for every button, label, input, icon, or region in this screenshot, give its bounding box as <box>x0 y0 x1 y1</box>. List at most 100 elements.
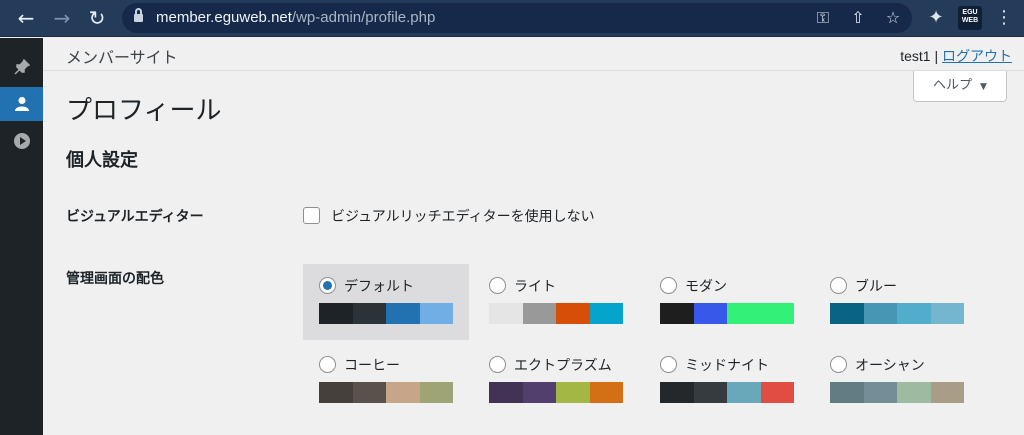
site-name[interactable]: メンバーサイト <box>66 44 178 68</box>
user-separator: | <box>930 48 942 64</box>
color-swatch <box>660 382 694 403</box>
eguweb-extension-icon[interactable]: EGU WEB <box>958 6 982 30</box>
url-text[interactable]: member.eguweb.net/wp-admin/profile.php <box>156 9 435 26</box>
color-swatch <box>522 303 556 324</box>
user-area: test1 | ログアウト <box>900 46 1012 66</box>
disable-visual-editor-checkbox[interactable] <box>303 207 320 224</box>
color-swatch <box>489 303 523 324</box>
color-scheme-name[interactable]: デフォルト <box>344 276 414 296</box>
color-scheme-name[interactable]: コーヒー <box>344 355 400 375</box>
color-swatch <box>319 382 353 403</box>
color-swatch <box>419 382 453 403</box>
color-swatches <box>830 303 964 324</box>
color-swatch <box>727 382 761 403</box>
color-scheme-radio[interactable] <box>319 356 336 373</box>
color-swatch <box>419 303 453 324</box>
color-scheme-radio[interactable] <box>660 277 677 294</box>
sidebar-item-posts[interactable] <box>0 50 43 84</box>
color-swatch <box>386 382 420 403</box>
forward-arrow-icon[interactable]: → <box>50 6 74 30</box>
color-scheme-radio[interactable] <box>489 356 506 373</box>
color-swatch <box>522 382 556 403</box>
color-swatch <box>930 303 964 324</box>
color-swatches <box>830 382 964 403</box>
color-scheme-option[interactable]: ブルー <box>814 264 980 340</box>
sidebar-item-media[interactable] <box>0 124 43 158</box>
color-scheme-name[interactable]: ブルー <box>855 276 897 296</box>
menu-kebab-icon[interactable]: ⋮ <box>992 6 1016 30</box>
color-swatch <box>930 382 964 403</box>
color-swatch <box>386 303 420 324</box>
color-scheme-name[interactable]: ライト <box>514 276 556 296</box>
color-swatch <box>863 303 897 324</box>
sidebar-item-profile[interactable] <box>0 87 43 121</box>
section-title: 個人設定 <box>66 150 138 171</box>
color-scheme-option[interactable]: エクトプラズム <box>473 343 639 419</box>
color-scheme-radio[interactable] <box>830 277 847 294</box>
color-swatch <box>352 382 386 403</box>
color-swatch <box>319 303 353 324</box>
reload-icon[interactable]: ↻ <box>85 6 109 30</box>
address-bar[interactable]: member.eguweb.net/wp-admin/profile.php ⚿… <box>122 3 912 33</box>
color-scheme-radio[interactable] <box>660 356 677 373</box>
color-swatch <box>897 303 931 324</box>
color-swatch <box>660 303 694 324</box>
pushpin-icon <box>13 58 31 76</box>
color-scheme-radio[interactable] <box>830 356 847 373</box>
username: test1 <box>900 48 931 64</box>
bookmark-star-icon[interactable]: ☆ <box>882 7 904 29</box>
back-arrow-icon[interactable]: ← <box>14 6 38 30</box>
help-button[interactable]: ヘルプ ▼ <box>913 71 1007 102</box>
url-host: member.eguweb.net <box>156 9 292 26</box>
media-play-icon <box>13 132 31 150</box>
color-scheme-name[interactable]: エクトプラズム <box>514 355 612 375</box>
visual-editor-label: ビジュアルエディター <box>66 209 204 225</box>
color-swatch <box>760 303 794 324</box>
share-icon[interactable]: ⇧ <box>847 7 869 29</box>
url-path: /wp-admin/profile.php <box>291 9 436 26</box>
lock-icon[interactable] <box>134 8 143 23</box>
page-title: プロフィール <box>66 96 222 126</box>
caret-down-icon: ▼ <box>980 82 987 92</box>
color-swatch <box>727 303 761 324</box>
admin-header: メンバーサイト test1 | ログアウト <box>43 38 1024 71</box>
color-scheme-label: 管理画面の配色 <box>66 271 164 287</box>
logout-link[interactable]: ログアウト <box>942 48 1012 64</box>
color-swatch <box>830 303 864 324</box>
key-icon[interactable]: ⚿ <box>812 7 834 29</box>
color-scheme-name[interactable]: ミッドナイト <box>685 355 769 375</box>
color-scheme-option[interactable]: デフォルト <box>303 264 469 340</box>
color-swatch <box>589 303 623 324</box>
color-scheme-option[interactable]: コーヒー <box>303 343 469 419</box>
browser-toolbar: ← → ↻ member.eguweb.net/wp-admin/profile… <box>0 0 1024 37</box>
color-swatch <box>897 382 931 403</box>
admin-sidebar <box>0 38 43 435</box>
color-scheme-name[interactable]: モダン <box>685 276 727 296</box>
color-scheme-option[interactable]: ライト <box>473 264 639 340</box>
color-swatch <box>556 382 590 403</box>
color-swatches <box>319 303 453 324</box>
color-scheme-radio[interactable] <box>489 277 506 294</box>
color-scheme-option[interactable]: ミッドナイト <box>644 343 810 419</box>
color-swatch <box>352 303 386 324</box>
color-swatches <box>660 382 794 403</box>
extensions-puzzle-icon[interactable]: ✦ <box>924 6 948 30</box>
color-swatches <box>489 382 623 403</box>
color-scheme-option[interactable]: モダン <box>644 264 810 340</box>
extension-logo-text: EGU WEB <box>961 9 979 24</box>
color-scheme-radio[interactable] <box>319 277 336 294</box>
color-swatch <box>863 382 897 403</box>
color-swatch <box>489 382 523 403</box>
color-swatches <box>319 382 453 403</box>
color-swatch <box>693 382 727 403</box>
help-label: ヘルプ <box>933 78 973 93</box>
user-icon <box>13 95 31 113</box>
color-swatches <box>660 303 794 324</box>
disable-visual-editor-label[interactable]: ビジュアルリッチエディターを使用しない <box>331 206 595 226</box>
color-swatch <box>589 382 623 403</box>
color-scheme-option[interactable]: オーシャン <box>814 343 980 419</box>
color-swatch <box>760 382 794 403</box>
color-scheme-name[interactable]: オーシャン <box>855 355 925 375</box>
color-swatch <box>693 303 727 324</box>
color-swatches <box>489 303 623 324</box>
